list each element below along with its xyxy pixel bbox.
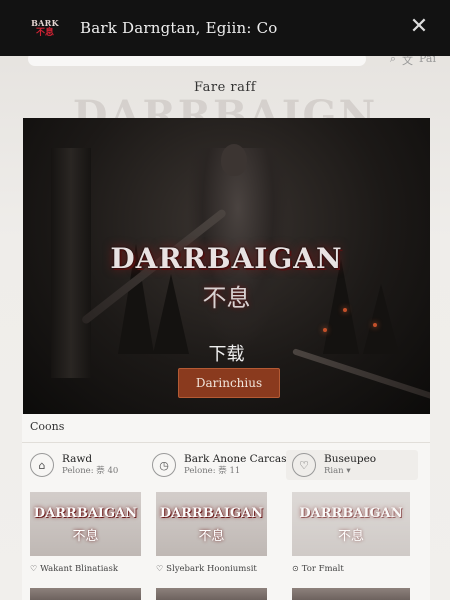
- hero-game-logo: DARRBAIGAN: [110, 242, 343, 275]
- hero-download-button[interactable]: Darinchius: [178, 368, 280, 398]
- game-thumbnail-partial[interactable]: [292, 588, 410, 600]
- thumbnail-logo: DARRBAIGAN: [299, 506, 403, 521]
- option-card[interactable]: ♡ Buseupeo Rian ▾: [286, 450, 418, 480]
- close-icon[interactable]: ✕: [406, 14, 432, 40]
- game-thumbnail-partial[interactable]: [30, 588, 141, 600]
- game-thumbnail[interactable]: DARRBAIGAN 不息: [292, 492, 410, 556]
- hero-banner: DARRBAIGAN 不息 下载 Darinchius: [23, 118, 430, 414]
- hero-game-logo-sub: 不息: [202, 284, 251, 312]
- section-title: Coons: [30, 420, 65, 433]
- option-card[interactable]: ◷ Bark Anone Carcas Pelone: 萘 11: [152, 450, 287, 480]
- caption-text: Wakant Blinatiask: [40, 564, 118, 574]
- caption-text: Slyebark Hooniumsit: [166, 564, 257, 574]
- heart-icon: ♡: [30, 564, 38, 573]
- hero-download-label: 下载: [208, 344, 245, 365]
- game-thumbnail[interactable]: DARRBAIGAN 不息: [30, 492, 141, 556]
- app-logo: BARK 不息: [22, 11, 68, 45]
- game-thumbnail-partial[interactable]: [156, 588, 267, 600]
- thumbnail-caption: ⊙ Tor Fmalt: [292, 564, 344, 574]
- clock-icon: ◷: [152, 453, 176, 477]
- divider: [22, 442, 430, 443]
- option-dropdown[interactable]: Rian ▾: [324, 466, 376, 477]
- thumbnail-logo: DARRBAIGAN: [33, 506, 138, 521]
- hero-ember: [323, 328, 327, 332]
- heart-icon: ♡: [292, 453, 316, 477]
- heart-icon: ♡: [156, 564, 164, 573]
- thumbnail-caption: ♡ Slyebark Hooniumsit: [156, 564, 257, 574]
- gift-icon: ⌂: [30, 453, 54, 477]
- option-card[interactable]: ⌂ Rawd Pelone: 萘 40: [30, 450, 118, 480]
- thumbnail-logo: DARRBAIGAN: [159, 506, 264, 521]
- thumbnail-logo-sub: 不息: [72, 529, 99, 544]
- option-title: Rawd: [62, 453, 93, 465]
- modal-title: Bark Darngtan, Egiin: Co: [80, 19, 278, 37]
- thumbnail-logo-sub: 不息: [337, 529, 364, 544]
- hero-warrior-head: [221, 144, 247, 176]
- game-thumbnail[interactable]: DARRBAIGAN 不息: [156, 492, 267, 556]
- option-title: Buseupeo: [324, 453, 377, 465]
- option-title: Bark Anone Carcas: [184, 453, 287, 465]
- page-subtitle: Fare raff: [193, 80, 257, 95]
- pin-icon: ⊙: [292, 564, 299, 573]
- thumbnail-logo-sub: 不息: [198, 529, 225, 544]
- logo-subtext: 不息: [35, 27, 54, 38]
- option-subtitle: Pelone: 萘 40: [62, 466, 119, 476]
- content-sheet: Coons ⌂ Rawd Pelone: 萘 40 ◷ Bark Anone C…: [22, 414, 430, 600]
- hero-ember: [373, 323, 377, 327]
- caption-text: Tor Fmalt: [301, 564, 344, 574]
- option-subtitle: Pelone: 萘 11: [184, 466, 241, 476]
- modal-header: BARK 不息 Bark Darngtan, Egiin: Co ✕: [0, 0, 450, 56]
- thumbnail-caption: ♡ Wakant Blinatiask: [30, 564, 118, 574]
- logo-text: BARK: [31, 17, 59, 28]
